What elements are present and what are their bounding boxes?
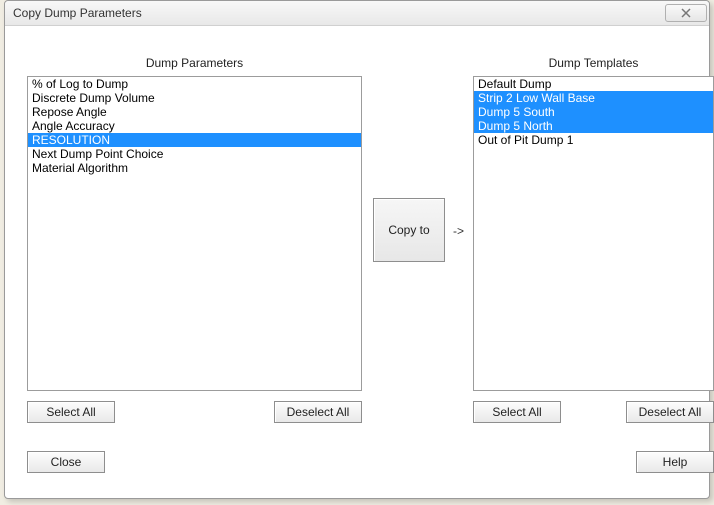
dump-parameters-list[interactable]: % of Log to DumpDiscrete Dump VolumeRepo… xyxy=(27,76,362,391)
dump-templates-list[interactable]: Default DumpStrip 2 Low Wall BaseDump 5 … xyxy=(473,76,714,391)
list-item[interactable]: Strip 2 Low Wall Base xyxy=(474,91,713,105)
select-all-parameters-button[interactable]: Select All xyxy=(27,401,115,423)
dump-templates-header: Dump Templates xyxy=(473,56,714,70)
window-title: Copy Dump Parameters xyxy=(13,6,142,20)
dialog-content: Dump Parameters Dump Templates % of Log … xyxy=(5,26,709,498)
arrow-label: -> xyxy=(453,224,464,238)
deselect-all-templates-button[interactable]: Deselect All xyxy=(626,401,714,423)
deselect-all-parameters-button[interactable]: Deselect All xyxy=(274,401,362,423)
list-item[interactable]: Dump 5 South xyxy=(474,105,713,119)
list-item[interactable]: Discrete Dump Volume xyxy=(28,91,361,105)
list-item[interactable]: Dump 5 North xyxy=(474,119,713,133)
list-item[interactable]: % of Log to Dump xyxy=(28,77,361,91)
window-close-button[interactable] xyxy=(665,4,707,22)
copy-to-button[interactable]: Copy to xyxy=(373,198,445,262)
list-item[interactable]: Next Dump Point Choice xyxy=(28,147,361,161)
list-item[interactable]: Angle Accuracy xyxy=(28,119,361,133)
dialog-window: Copy Dump Parameters Dump Parameters Dum… xyxy=(4,0,710,499)
close-button[interactable]: Close xyxy=(27,451,105,473)
title-bar: Copy Dump Parameters xyxy=(5,1,709,26)
close-icon xyxy=(681,8,691,18)
list-item[interactable]: RESOLUTION xyxy=(28,133,361,147)
list-item[interactable]: Out of Pit Dump 1 xyxy=(474,133,713,147)
list-item[interactable]: Repose Angle xyxy=(28,105,361,119)
help-button[interactable]: Help xyxy=(636,451,714,473)
dump-parameters-header: Dump Parameters xyxy=(27,56,362,70)
list-item[interactable]: Default Dump xyxy=(474,77,713,91)
list-item[interactable]: Material Algorithm xyxy=(28,161,361,175)
select-all-templates-button[interactable]: Select All xyxy=(473,401,561,423)
